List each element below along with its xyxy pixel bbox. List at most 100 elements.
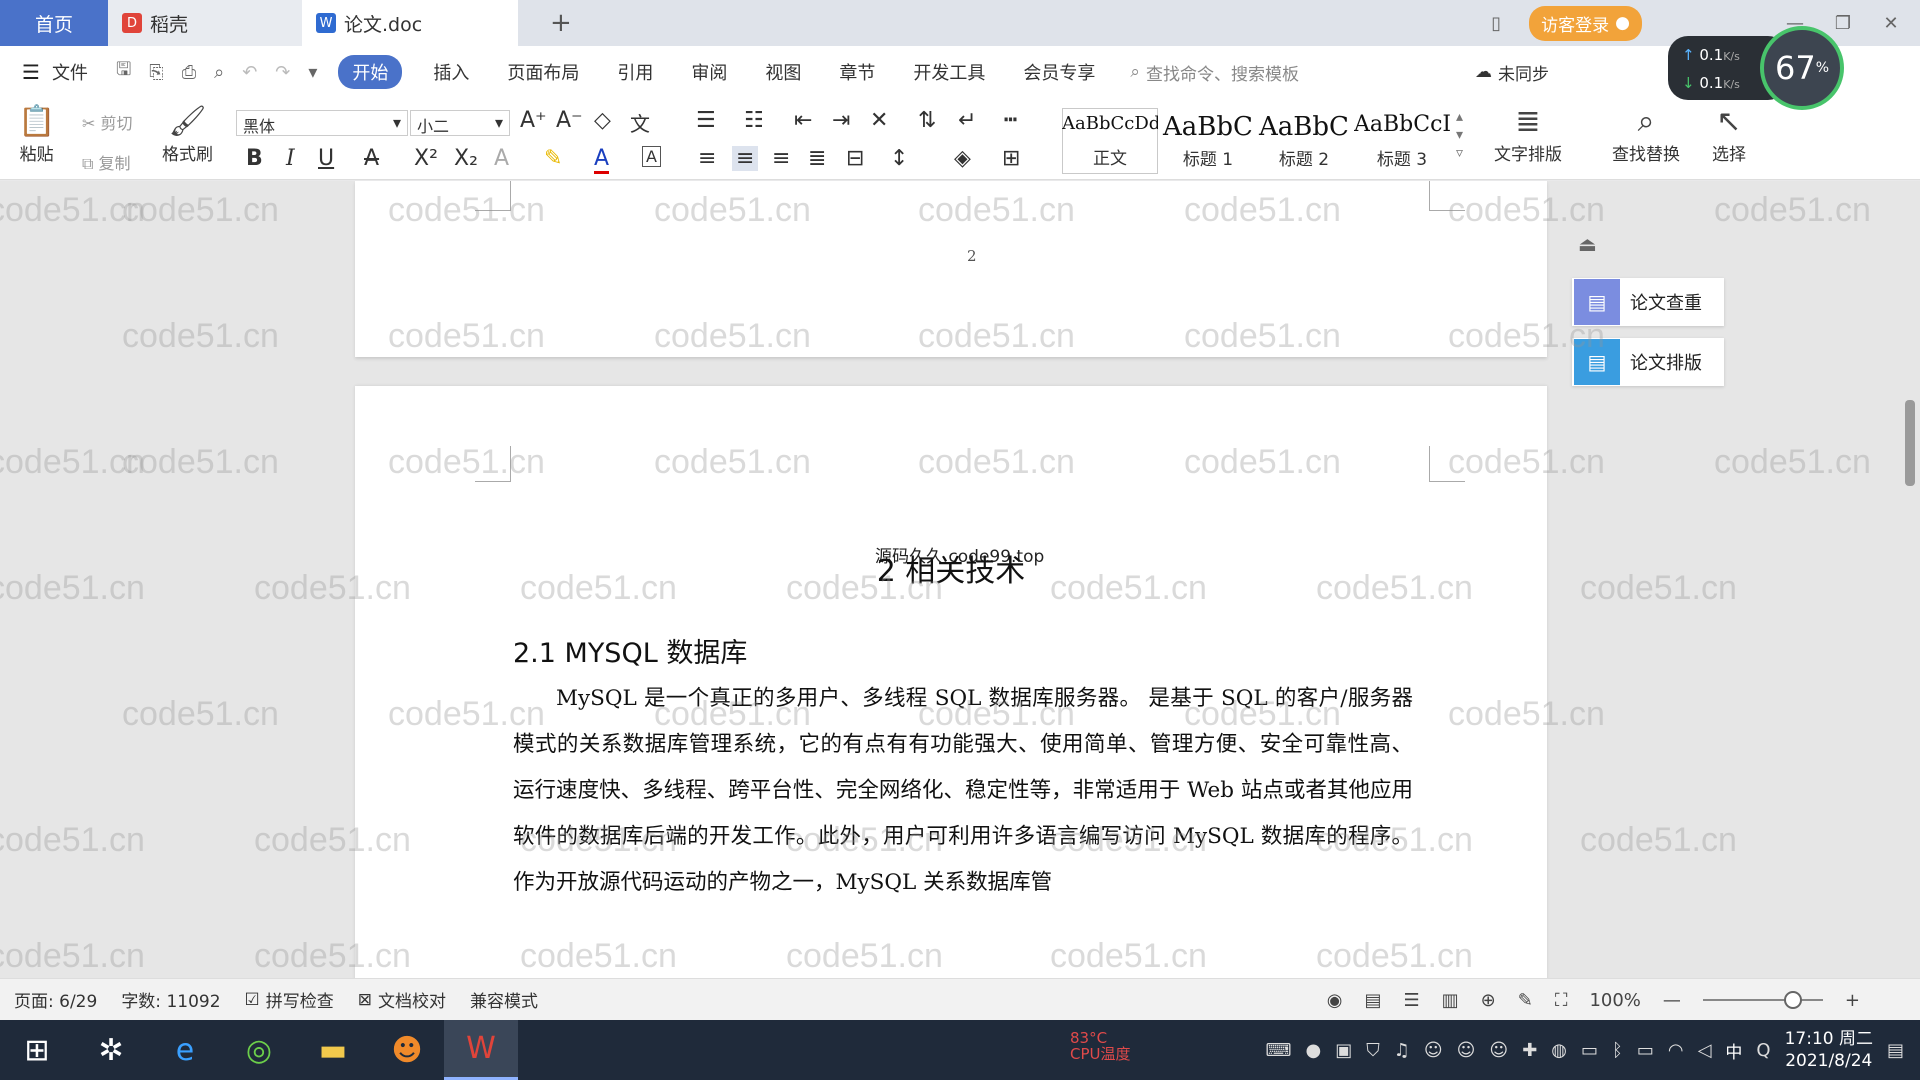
justify-icon[interactable]: ≣	[808, 146, 826, 171]
tray-app-icon[interactable]: ✚	[1522, 1040, 1537, 1061]
fit-page-icon[interactable]: ⛶	[1555, 990, 1568, 1011]
style-heading-1[interactable]: AaBbC 标题 1	[1160, 108, 1256, 174]
redo-icon[interactable]: ↷	[275, 62, 290, 83]
zoom-in-icon[interactable]: +	[1845, 990, 1860, 1011]
tab-document[interactable]: W 论文.doc	[302, 0, 518, 46]
bell-icon[interactable]: ♫	[1394, 1040, 1410, 1061]
page-view-icon[interactable]: ▤	[1364, 990, 1381, 1011]
menu-file[interactable]: 文件	[48, 59, 107, 85]
numbered-list-icon[interactable]: ☷	[744, 108, 764, 133]
bullet-list-icon[interactable]: ☰	[696, 108, 716, 133]
start-windows-icon[interactable]: ⊞	[0, 1020, 74, 1080]
align-right-icon[interactable]: ≡	[772, 146, 790, 171]
shrink-font-icon[interactable]: A⁻	[556, 108, 583, 133]
cut-button[interactable]: ✂ 剪切	[82, 110, 133, 134]
spell-check-toggle[interactable]: ☑ 拼写检查	[245, 987, 334, 1013]
print-preview-icon[interactable]: ⌕	[214, 62, 224, 83]
scrollbar-thumb[interactable]	[1905, 400, 1915, 486]
menu-chapter[interactable]: 章节	[820, 59, 894, 85]
body-paragraph[interactable]: MySQL 是一个真正的多用户、多线程 SQL 数据库服务器。 是基于 SQL …	[513, 676, 1413, 906]
qq-penguin-icon[interactable]: ☺	[1489, 1040, 1508, 1061]
system-clock[interactable]: 17:10 周二 2021/8/24	[1785, 1028, 1873, 1072]
page-indicator[interactable]: 页面: 6/29	[14, 987, 97, 1012]
volume-icon[interactable]: ◁	[1698, 1040, 1712, 1061]
align-left-icon[interactable]: ≡	[698, 146, 716, 171]
phonetic-guide-icon[interactable]: 文	[630, 108, 650, 137]
find-replace-button[interactable]: ⌕ 查找替换	[1612, 104, 1680, 165]
browser-360-icon[interactable]: ◎	[222, 1020, 296, 1080]
underline-icon[interactable]: U	[318, 146, 334, 171]
format-painter-button[interactable]: 🖌 格式刷	[162, 104, 213, 165]
text-effect-icon[interactable]: A	[494, 146, 509, 171]
styles-scroll[interactable]: ▴ ▾ ▿	[1456, 108, 1463, 162]
subscript-icon[interactable]: X₂	[454, 146, 478, 171]
outline-view-icon[interactable]: ☰	[1403, 990, 1419, 1011]
battery-icon[interactable]: ▭	[1637, 1040, 1654, 1061]
notification-icon[interactable]: ▤	[1887, 1040, 1904, 1061]
style-normal[interactable]: AaBbCcDd 正文	[1062, 108, 1158, 174]
borders-icon[interactable]: ⊞	[1002, 146, 1020, 171]
word-count[interactable]: 字数: 11092	[121, 987, 220, 1012]
menu-member[interactable]: 会员专享	[1004, 59, 1114, 85]
zoom-level[interactable]: 100%	[1589, 990, 1640, 1011]
file-explorer-icon[interactable]: ▬	[296, 1020, 370, 1080]
zoom-slider-knob[interactable]	[1783, 991, 1802, 1009]
input-method-icon[interactable]: Q	[1756, 1040, 1770, 1061]
align-center-icon[interactable]: ≡	[732, 146, 759, 171]
strikethrough-icon[interactable]: A	[364, 146, 379, 171]
doc-proofread-button[interactable]: ⊠ 文档校对	[358, 987, 446, 1013]
command-search[interactable]: ⌕ 查找命令、搜索模板	[1130, 60, 1299, 85]
copy-button[interactable]: ⧉ 复制	[82, 150, 131, 174]
page-current[interactable]: 源码久久 code99.top 2 相关技术 2.1 MYSQL 数据库 MyS…	[355, 386, 1547, 978]
bold-icon[interactable]: B	[246, 146, 263, 171]
panel-collapse-icon[interactable]: ⏏	[1578, 232, 1597, 256]
clear-format-icon[interactable]: ◇	[594, 108, 611, 133]
visitor-login-button[interactable]: 访客登录 ●	[1529, 5, 1642, 41]
highlight-icon[interactable]: ✎	[544, 146, 562, 171]
style-heading-2[interactable]: AaBbC 标题 2	[1256, 108, 1352, 174]
chevron-down-icon[interactable]: ▾	[308, 62, 317, 83]
distributed-icon[interactable]: ⊟	[846, 146, 864, 171]
increase-indent-icon[interactable]: ⇥	[832, 108, 850, 133]
show-marks-icon[interactable]: ↵	[958, 108, 976, 133]
shield-icon[interactable]: ⛉	[1366, 1040, 1380, 1061]
menu-review[interactable]: 审阅	[672, 59, 746, 85]
new-tab-button[interactable]: +	[518, 0, 586, 46]
menu-page-layout[interactable]: 页面布局	[488, 59, 598, 85]
web-view-icon[interactable]: ⊕	[1481, 990, 1496, 1011]
qq-penguin-icon[interactable]: ☺	[1424, 1040, 1443, 1061]
menu-insert[interactable]: 插入	[414, 59, 488, 85]
write-mode-icon[interactable]: ✎	[1518, 990, 1533, 1011]
section-title[interactable]: 2.1 MYSQL 数据库	[513, 631, 747, 670]
keyboard-icon[interactable]: ⌨	[1266, 1040, 1292, 1061]
tab-daoke[interactable]: D 稻壳	[108, 0, 302, 46]
reading-view-icon[interactable]: ▥	[1442, 990, 1459, 1011]
eye-protect-icon[interactable]: ◉	[1327, 990, 1343, 1011]
close-icon[interactable]: ✕	[1876, 13, 1906, 34]
font-color-icon[interactable]: A	[594, 146, 610, 174]
sort-icon[interactable]: ⇅	[918, 108, 936, 133]
paper-layout-button[interactable]: ▤ 论文排版	[1572, 338, 1724, 386]
line-spacing-icon[interactable]: ↕	[890, 146, 908, 171]
zoom-slider[interactable]	[1702, 991, 1823, 1009]
menu-references[interactable]: 引用	[598, 59, 672, 85]
hamburger-icon[interactable]: ☰	[22, 60, 40, 84]
tray-app-icon[interactable]: ◍	[1551, 1040, 1567, 1061]
grow-font-icon[interactable]: A⁺	[520, 108, 547, 133]
menu-start[interactable]: 开始	[338, 55, 403, 89]
undo-icon[interactable]: ↶	[242, 62, 257, 83]
save-icon[interactable]: 🖫	[116, 57, 131, 87]
app-pinwheel-icon[interactable]: ✲	[74, 1020, 148, 1080]
menu-view[interactable]: 视图	[746, 59, 820, 85]
qq-penguin-icon[interactable]: ☺	[1457, 1040, 1476, 1061]
vertical-scrollbar[interactable]	[1900, 200, 1916, 960]
decrease-indent-icon[interactable]: ⇤	[794, 108, 812, 133]
text-layout-button[interactable]: ≣ 文字排版	[1494, 104, 1562, 165]
superscript-icon[interactable]: X²	[414, 146, 438, 171]
memory-gauge[interactable]: 67%	[1760, 26, 1844, 110]
ie-browser-icon[interactable]: e	[148, 1020, 222, 1080]
tab-ruler-icon[interactable]: ┅	[1004, 108, 1017, 133]
select-button[interactable]: ↖ 选择	[1712, 104, 1746, 165]
zoom-out-icon[interactable]: —	[1663, 990, 1681, 1011]
menu-developer[interactable]: 开发工具	[894, 59, 1004, 85]
